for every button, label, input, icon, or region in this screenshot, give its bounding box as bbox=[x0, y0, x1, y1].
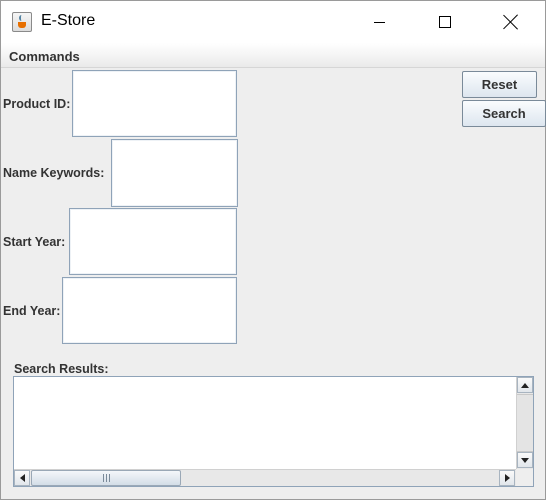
scroll-right-button[interactable] bbox=[499, 470, 515, 486]
arrow-right-icon bbox=[504, 474, 510, 482]
start-year-label: Start Year: bbox=[3, 235, 66, 249]
search-results-textarea[interactable] bbox=[14, 377, 516, 469]
search-results-pane bbox=[13, 376, 534, 487]
name-keywords-field[interactable] bbox=[111, 139, 238, 207]
window-title: E-Store bbox=[41, 12, 96, 29]
maximize-button[interactable] bbox=[422, 1, 468, 43]
end-year-label: End Year: bbox=[3, 304, 61, 318]
arrow-up-icon bbox=[521, 382, 529, 388]
vertical-scroll-track[interactable] bbox=[517, 394, 533, 452]
arrow-left-icon bbox=[19, 474, 25, 482]
scroll-down-button[interactable] bbox=[517, 452, 533, 468]
scroll-left-button[interactable] bbox=[14, 470, 30, 486]
scroll-up-button[interactable] bbox=[517, 377, 533, 393]
reset-button[interactable]: Reset bbox=[462, 71, 537, 98]
scroll-corner bbox=[516, 469, 533, 486]
end-year-field[interactable] bbox=[62, 277, 237, 344]
grip-icon bbox=[102, 474, 110, 482]
title-bar[interactable]: E-Store bbox=[1, 1, 545, 43]
minimize-icon bbox=[373, 21, 385, 23]
arrow-down-icon bbox=[521, 457, 529, 463]
close-icon bbox=[503, 14, 519, 30]
search-button[interactable]: Search bbox=[462, 100, 546, 127]
menu-bar: Commands bbox=[1, 43, 545, 68]
product-id-label: Product ID: bbox=[3, 97, 71, 111]
estore-window: E-Store Commands Product ID: Name Keywor… bbox=[0, 0, 546, 500]
menu-commands[interactable]: Commands bbox=[9, 49, 80, 64]
java-cup-icon[interactable] bbox=[12, 12, 32, 32]
horizontal-scroll-thumb[interactable] bbox=[31, 470, 181, 486]
name-keywords-label: Name Keywords: bbox=[3, 166, 105, 180]
close-button[interactable] bbox=[488, 1, 534, 43]
horizontal-scrollbar[interactable] bbox=[14, 469, 516, 486]
maximize-icon bbox=[439, 16, 451, 28]
product-id-field[interactable] bbox=[72, 70, 237, 137]
minimize-button[interactable] bbox=[356, 1, 402, 43]
vertical-scrollbar[interactable] bbox=[516, 377, 533, 469]
start-year-field[interactable] bbox=[69, 208, 237, 275]
search-results-label: Search Results: bbox=[14, 362, 109, 376]
